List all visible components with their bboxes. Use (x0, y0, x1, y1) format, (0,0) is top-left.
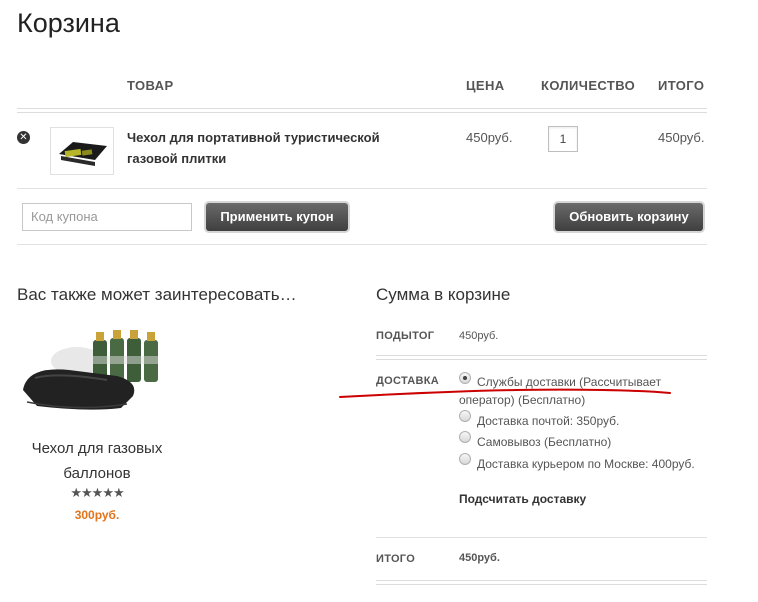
cart-item-price: 450руб. (466, 130, 513, 145)
shipping-option-radio[interactable] (459, 431, 471, 443)
star-rating-icon: ★★★★★ (70, 486, 124, 501)
header-divider (17, 108, 707, 113)
actions-divider (17, 244, 707, 245)
shipping-option-label[interactable]: Доставка почтой: 350руб. (477, 412, 619, 430)
subtotal-label: ПОДЫТОГ (376, 330, 435, 342)
shipping-option-radio[interactable] (459, 410, 471, 422)
row-divider (17, 188, 707, 189)
cart-item-subtotal: 450руб. (658, 130, 705, 145)
related-product-name[interactable]: Чехол для газовых баллонов (17, 436, 177, 486)
shipping-divider (376, 537, 707, 538)
shipping-option-radio[interactable] (459, 453, 471, 465)
red-annotation-underline (339, 388, 671, 398)
page-title: Корзина (17, 8, 120, 38)
apply-coupon-button[interactable]: Применить купон (206, 203, 348, 231)
coupon-code-input[interactable]: Код купона (22, 203, 192, 231)
subtotal-value: 450руб. (459, 330, 499, 342)
shipping-option-label[interactable]: Самовывоз (Бесплатно) (477, 433, 611, 451)
cart-item-name[interactable]: Чехол для портативной туристической газо… (127, 127, 427, 169)
total-divider (376, 580, 707, 585)
related-product-image[interactable] (17, 316, 177, 424)
gas-canister-case-image (23, 330, 158, 410)
column-header-product: ТОВАР (127, 78, 174, 93)
order-total-value: 450руб. (459, 552, 500, 564)
product-thumbnail[interactable] (50, 127, 114, 175)
calculate-shipping-link[interactable]: Подсчитать доставку (459, 492, 586, 506)
column-header-quantity: КОЛИЧЕСТВО (541, 78, 636, 93)
order-total-label: ИТОГО (376, 553, 416, 565)
column-header-price: ЦЕНА (466, 78, 505, 93)
product-image (59, 142, 107, 166)
shipping-option-label[interactable]: Доставка курьером по Москве: 400руб. (477, 455, 695, 473)
related-product-price: 300руб. (74, 508, 120, 522)
update-cart-button[interactable]: Обновить корзину (555, 203, 703, 231)
remove-item-icon[interactable]: ✕ (17, 131, 30, 144)
cart-totals-title: Сумма в корзине (376, 285, 511, 304)
column-header-total: ИТОГО (658, 78, 705, 93)
quantity-input[interactable]: 1 (548, 126, 578, 152)
related-products-title: Вас также может заинтересовать… (17, 285, 297, 304)
subtotal-divider (376, 355, 707, 360)
